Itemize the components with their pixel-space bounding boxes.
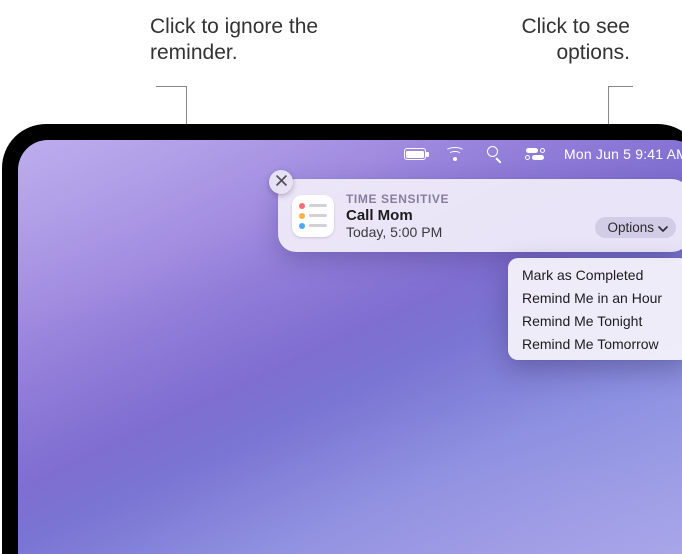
leader-line xyxy=(156,86,186,87)
notification-title: Call Mom xyxy=(346,207,583,224)
menu-item-remind-hour[interactable]: Remind Me in an Hour xyxy=(508,286,682,309)
menu-item-remind-tomorrow[interactable]: Remind Me Tomorrow xyxy=(508,332,682,355)
callout-ignore-reminder: Click to ignore the reminder. xyxy=(150,14,320,67)
options-button-label: Options xyxy=(607,220,654,235)
chevron-down-icon xyxy=(658,220,668,235)
search-icon[interactable] xyxy=(484,146,506,162)
notification-subtitle: Today, 5:00 PM xyxy=(346,224,583,240)
control-center-icon[interactable] xyxy=(524,146,546,162)
desktop-screen: Mon Jun 5 9:41 AM TIME SENSITIVE Call Mo… xyxy=(18,140,682,554)
menubar-clock[interactable]: Mon Jun 5 9:41 AM xyxy=(564,146,682,162)
reminder-notification[interactable]: TIME SENSITIVE Call Mom Today, 5:00 PM O… xyxy=(278,179,682,252)
menu-item-remind-tonight[interactable]: Remind Me Tonight xyxy=(508,309,682,332)
options-menu: Mark as Completed Remind Me in an Hour R… xyxy=(508,258,682,360)
leader-line xyxy=(608,86,633,87)
device-bezel: Mon Jun 5 9:41 AM TIME SENSITIVE Call Mo… xyxy=(2,124,682,554)
options-button[interactable]: Options xyxy=(595,217,676,238)
menu-item-mark-completed[interactable]: Mark as Completed xyxy=(508,263,682,286)
notification-tag: TIME SENSITIVE xyxy=(346,192,583,206)
callout-see-options: Click to see options. xyxy=(470,14,630,67)
reminders-app-icon xyxy=(292,195,334,237)
close-icon xyxy=(276,173,287,191)
notification-text: TIME SENSITIVE Call Mom Today, 5:00 PM xyxy=(346,191,583,240)
close-notification-button[interactable] xyxy=(269,170,293,194)
annotation-callouts: Click to ignore the reminder. Click to s… xyxy=(0,14,682,104)
menu-bar: Mon Jun 5 9:41 AM xyxy=(18,140,682,168)
wifi-icon[interactable] xyxy=(444,146,466,162)
battery-icon[interactable] xyxy=(404,146,426,162)
